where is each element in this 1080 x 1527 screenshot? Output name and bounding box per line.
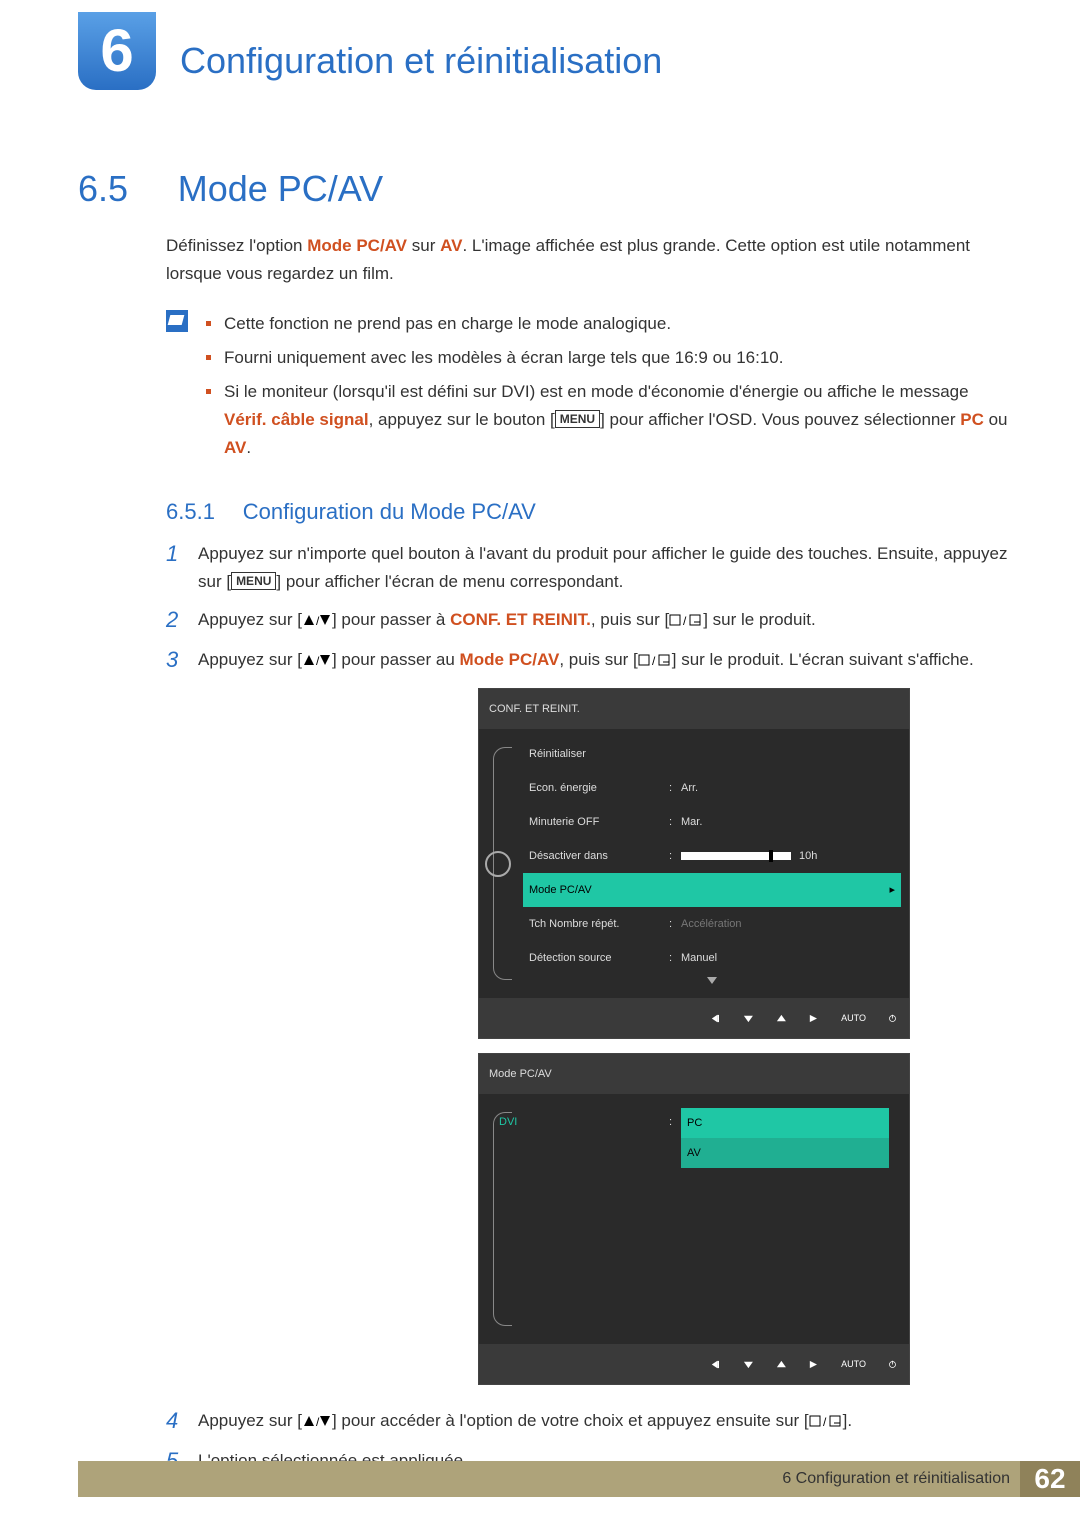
nav-up-icon xyxy=(776,1350,787,1378)
step-item: 3 Appuyez sur [/] pour passer au Mode PC… xyxy=(166,646,1008,1385)
nav-up-icon xyxy=(776,1004,787,1032)
osd-option: AV xyxy=(681,1138,889,1168)
page-footer: 6 Configuration et réinitialisation 62 xyxy=(78,1461,1080,1497)
up-down-icon: / xyxy=(302,648,332,676)
osd-title: CONF. ET REINIT. xyxy=(479,689,909,729)
nav-back-icon xyxy=(710,1350,721,1378)
nav-back-icon xyxy=(710,1004,721,1032)
note-list: Cette fonction ne prend pas en charge le… xyxy=(206,310,1008,462)
up-down-icon: / xyxy=(302,608,332,636)
step-list: 1 Appuyez sur n'importe quel bouton à l'… xyxy=(166,540,1008,1475)
step-item: 2 Appuyez sur [/] pour passer à CONF. ET… xyxy=(166,606,1008,636)
subsection-title: Configuration du Mode PC/AV xyxy=(243,499,536,524)
power-icon xyxy=(888,1004,897,1032)
nav-down-icon xyxy=(743,1350,754,1378)
svg-text:/: / xyxy=(683,614,687,627)
enter-icon: / xyxy=(809,1409,843,1437)
section-number: 6.5 xyxy=(78,175,173,203)
step-item: 1 Appuyez sur n'importe quel bouton à l'… xyxy=(166,540,1008,596)
step-item: 4 Appuyez sur [/] pour accéder à l'optio… xyxy=(166,1407,1008,1437)
chevron-down-icon xyxy=(707,977,717,984)
osd-row-selected: Mode PC/AV▸ xyxy=(523,873,901,907)
nav-auto-label: AUTO xyxy=(841,1350,866,1378)
subsection-heading: 6.5.1 Configuration du Mode PC/AV xyxy=(166,498,1008,528)
intro-paragraph: Définissez l'option Mode PC/AV sur AV. L… xyxy=(166,232,1008,288)
osd-title: Mode PC/AV xyxy=(479,1054,909,1094)
nav-play-icon xyxy=(808,1004,819,1032)
osd-screenshot-mode: Mode PC/AV DVI: PC AV xyxy=(478,1053,910,1385)
svg-text:/: / xyxy=(652,654,656,667)
osd-option-selected: PC xyxy=(681,1108,889,1138)
svg-text:/: / xyxy=(316,1415,320,1428)
page-number: 62 xyxy=(1020,1461,1080,1497)
enter-icon: / xyxy=(669,608,703,636)
up-down-icon: / xyxy=(302,1409,332,1437)
section-heading: 6.5 Mode PC/AV xyxy=(78,175,1008,210)
nav-down-icon xyxy=(743,1004,754,1032)
osd-nav-bar: AUTO xyxy=(479,1344,909,1384)
note-item: Si le moniteur (lorsqu'il est défini sur… xyxy=(206,378,1008,462)
menu-button-icon: MENU xyxy=(555,410,600,428)
enter-icon: / xyxy=(638,648,672,676)
chapter-badge: 6 xyxy=(78,12,156,90)
menu-button-icon: MENU xyxy=(231,572,276,590)
subsection-number: 6.5.1 xyxy=(166,498,238,526)
chapter-title: Configuration et réinitialisation xyxy=(180,40,662,82)
osd-nav-bar: AUTO xyxy=(479,998,909,1038)
power-icon xyxy=(888,1350,897,1378)
note-icon xyxy=(166,310,188,332)
note-item: Fourni uniquement avec les modèles à écr… xyxy=(206,344,1008,372)
svg-text:/: / xyxy=(316,654,320,667)
svg-text:/: / xyxy=(316,614,320,627)
svg-text:/: / xyxy=(823,1415,827,1428)
gear-icon xyxy=(485,851,511,877)
note-item: Cette fonction ne prend pas en charge le… xyxy=(206,310,1008,338)
osd-label-dvi: DVI xyxy=(499,1108,669,1168)
footer-text: 6 Configuration et réinitialisation xyxy=(78,1461,1020,1497)
osd-screenshot-conf: CONF. ET REINIT. Réinitialiser Econ. éne… xyxy=(478,688,910,1039)
nav-play-icon xyxy=(808,1350,819,1378)
section-title: Mode PC/AV xyxy=(178,168,383,209)
nav-auto-label: AUTO xyxy=(841,1004,866,1032)
